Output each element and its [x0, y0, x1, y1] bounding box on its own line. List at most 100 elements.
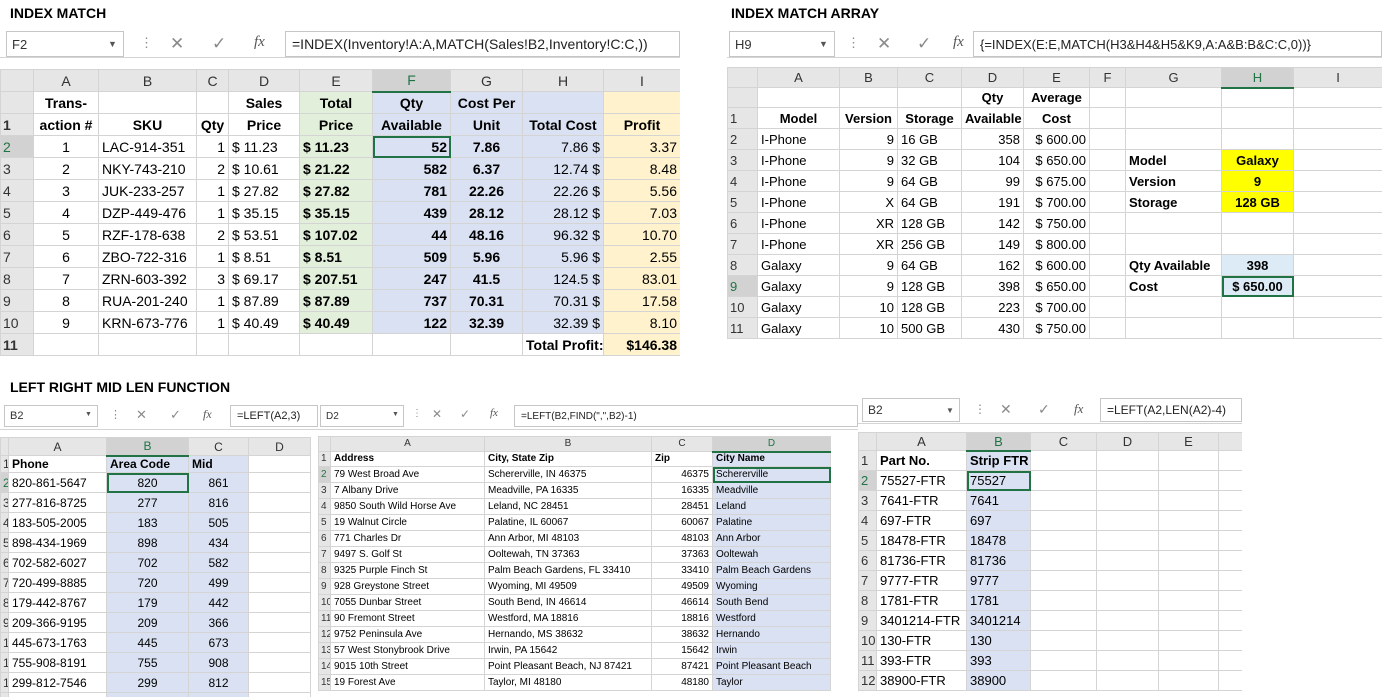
cell[interactable]: 70.31: [450, 289, 523, 312]
cell[interactable]: 9752 Peninsula Ave: [330, 626, 485, 643]
cell[interactable]: 90 Fremont Street: [330, 610, 485, 627]
cell[interactable]: [1293, 107, 1382, 129]
cell[interactable]: 128 GB: [897, 296, 962, 318]
cell[interactable]: 3: [33, 179, 99, 202]
cell[interactable]: 8.10: [603, 311, 680, 334]
cell[interactable]: [1158, 630, 1219, 651]
header-cell[interactable]: [98, 91, 197, 114]
cell[interactable]: [1096, 670, 1159, 691]
header-cell[interactable]: Cost Per: [450, 91, 523, 114]
cell[interactable]: 183: [106, 512, 189, 533]
header-cell[interactable]: Total Cost: [522, 113, 604, 136]
row-header[interactable]: 8: [727, 254, 758, 276]
cell[interactable]: 209-366-9195: [8, 612, 107, 633]
cell[interactable]: Schererville, IN 46375: [484, 466, 652, 483]
cell[interactable]: $ 650.00: [1023, 275, 1090, 297]
cell[interactable]: Ooltewah: [712, 546, 831, 563]
cell[interactable]: [1218, 590, 1242, 611]
header-cell[interactable]: City Name: [712, 451, 831, 467]
row-header[interactable]: 11: [0, 333, 34, 356]
select-all-corner[interactable]: [318, 436, 331, 452]
select-all-corner[interactable]: [0, 437, 9, 456]
col-header[interactable]: G: [1125, 67, 1222, 88]
cell[interactable]: 771 Charles Dr: [330, 530, 485, 547]
cell[interactable]: 191: [961, 191, 1024, 213]
cell[interactable]: 15642: [651, 642, 713, 659]
formula-input[interactable]: =LEFT(B2,FIND(",",B2)-1): [514, 405, 858, 427]
cell[interactable]: 16 GB: [897, 128, 962, 150]
cell[interactable]: [248, 552, 311, 573]
cell[interactable]: $ 21.22: [299, 157, 373, 180]
chevron-down-icon[interactable]: ▼: [819, 39, 828, 49]
row-header[interactable]: 2: [858, 470, 877, 491]
cell[interactable]: 9: [839, 170, 898, 192]
header-cell[interactable]: Profit: [603, 113, 680, 136]
cell[interactable]: 6.37: [450, 157, 523, 180]
cell[interactable]: 81736-FTR: [876, 550, 967, 571]
formula-input[interactable]: =LEFT(A2,LEN(A2)-4): [1100, 398, 1242, 422]
cell[interactable]: [1158, 470, 1219, 491]
cell[interactable]: $ 600.00: [1023, 254, 1090, 276]
cell[interactable]: [1218, 470, 1242, 491]
header-cell[interactable]: Zip: [651, 451, 713, 467]
cell[interactable]: $ 10.61: [228, 157, 300, 180]
cell[interactable]: [1125, 233, 1222, 255]
cell[interactable]: 1: [196, 289, 229, 312]
cell[interactable]: 820: [106, 472, 189, 493]
row-header[interactable]: 2: [0, 472, 9, 493]
col-header[interactable]: A: [876, 432, 967, 451]
select-all-corner[interactable]: [858, 432, 877, 451]
cell[interactable]: $ 53.51: [228, 223, 300, 246]
cell[interactable]: Leland: [712, 498, 831, 515]
enter-icon[interactable]: ✓: [917, 34, 931, 54]
cell[interactable]: 3: [196, 267, 229, 290]
cell[interactable]: Taylor: [712, 674, 831, 691]
cell[interactable]: [1089, 296, 1126, 318]
cell[interactable]: Taylor, MI 48180: [484, 674, 652, 691]
insert-function-icon[interactable]: fx: [254, 34, 265, 51]
select-all-corner[interactable]: [727, 67, 758, 88]
cell[interactable]: [248, 652, 311, 673]
col-header[interactable]: E: [1023, 67, 1090, 88]
row-header[interactable]: 6: [0, 552, 9, 573]
lookup-label[interactable]: Storage: [1125, 191, 1222, 213]
col-header[interactable]: A: [757, 67, 840, 88]
chevron-down-icon[interactable]: ▼: [108, 39, 117, 49]
cell[interactable]: 720: [106, 572, 189, 593]
total-profit[interactable]: $146.38: [603, 333, 680, 356]
cell[interactable]: 33410: [651, 562, 713, 579]
header-cell[interactable]: City, State Zip: [484, 451, 652, 467]
cell[interactable]: Palatine: [712, 514, 831, 531]
cell[interactable]: 697-FTR: [876, 510, 967, 531]
col-header[interactable]: B: [106, 437, 189, 457]
row-header[interactable]: 2: [727, 128, 758, 150]
col-header[interactable]: A: [330, 436, 485, 452]
cell[interactable]: 247: [372, 267, 451, 290]
col-header[interactable]: I: [1293, 67, 1382, 88]
row-header[interactable]: 13: [318, 642, 331, 659]
cell[interactable]: Wyoming: [712, 578, 831, 595]
cell[interactable]: Meadville: [712, 482, 831, 499]
cell[interactable]: I-Phone: [757, 170, 840, 192]
cell[interactable]: 38632: [651, 626, 713, 643]
cell[interactable]: 7641: [966, 490, 1031, 511]
lookup-input[interactable]: 9: [1221, 170, 1294, 192]
cell[interactable]: [1218, 650, 1242, 671]
row-header[interactable]: 7: [858, 570, 877, 591]
cell[interactable]: 697: [966, 510, 1031, 531]
cell[interactable]: [1218, 570, 1242, 591]
cell[interactable]: 8.48: [603, 157, 680, 180]
cell[interactable]: 28.12: [450, 201, 523, 224]
cell[interactable]: 7.86: [450, 135, 523, 158]
col-header[interactable]: E: [299, 69, 373, 92]
cell[interactable]: [1158, 550, 1219, 571]
cell[interactable]: [248, 472, 311, 493]
col-header[interactable]: E: [1158, 432, 1219, 451]
cell[interactable]: 87421: [651, 658, 713, 675]
header-cell[interactable]: Storage: [897, 107, 962, 129]
row-header[interactable]: 5: [0, 201, 34, 224]
col-header[interactable]: D: [228, 69, 300, 92]
cell[interactable]: 52: [372, 135, 451, 158]
cell[interactable]: NKY-743-210: [98, 157, 197, 180]
cell[interactable]: Schererville: [712, 466, 831, 483]
